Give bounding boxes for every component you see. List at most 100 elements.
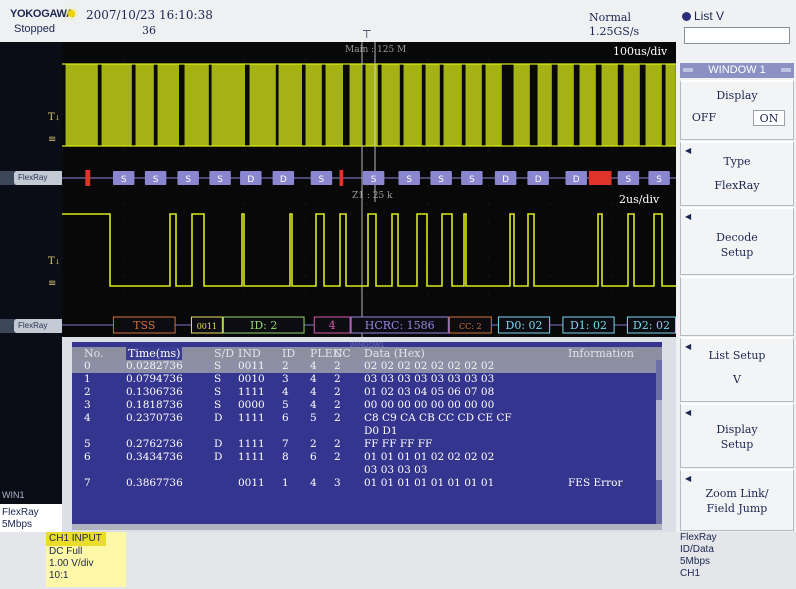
table-row[interactable]: 0 0.0282736 S 0011 2 4 2 02 02 02 02 02 02 02 0…	[72, 360, 662, 373]
column-header[interactable]: No.	[84, 347, 104, 360]
segment-label: D	[535, 175, 542, 185]
grid-dot	[549, 275, 551, 277]
decode-bar-top[interactable]: SSSSDDSSSSSDDDSS	[62, 170, 676, 186]
horizontal-scrollbar[interactable]	[72, 524, 662, 530]
table-cell: 1	[84, 373, 91, 385]
decode-bar-bottom[interactable]: TSS 0011 ID: 2 4 HCRC: 1586 CC: 2 D0: 02 D1: 02…	[62, 316, 676, 334]
column-header[interactable]: Time(ms)	[126, 347, 183, 360]
table-cell: 4	[282, 386, 289, 398]
display-setup-softkey[interactable]: ◀ Display Setup	[680, 403, 794, 468]
grid-dot	[305, 239, 307, 241]
list-knob-icon	[682, 12, 691, 21]
display-off-option[interactable]: OFF	[689, 111, 719, 124]
grid-dot	[549, 149, 551, 151]
field-label: HCRC: 1586	[365, 319, 435, 332]
table-cell: 0.2370736	[126, 412, 183, 424]
grid-dot	[671, 203, 673, 205]
grid-dot	[122, 293, 124, 295]
softkey-arrow-icon: ◀	[685, 146, 692, 155]
display-setup-label: Display	[716, 423, 758, 436]
table-row[interactable]: 4 0.2370736 D 1111 6 5 2 C8 C9 CA CB CC CD CE C…	[72, 412, 662, 438]
grid-dot	[183, 311, 185, 313]
scroll-thumb[interactable]	[656, 400, 662, 480]
grid-dot	[610, 221, 612, 223]
grid-dot	[366, 293, 368, 295]
grid-dot	[62, 95, 63, 97]
table-row[interactable]: 2 0.1306736 S 1111 4 4 2 01 02 03 04 05 06 07 0…	[72, 386, 662, 399]
grid-dot	[122, 203, 124, 205]
table-cell: 8	[282, 451, 289, 463]
type-softkey[interactable]: ◀ Type FlexRay	[680, 141, 794, 206]
table-cell: 03 03 03 03 03 03 03 03	[364, 373, 495, 385]
table-row[interactable]: 6 0.3434736 D 1111 8 6 2 01 01 01 01 02 02 02 0…	[72, 451, 662, 477]
error-marker	[85, 170, 91, 186]
table-cell: 3	[84, 399, 91, 411]
grid-dot	[610, 239, 612, 241]
grid-dot	[62, 167, 63, 169]
column-header[interactable]: ID	[282, 347, 295, 360]
table-cell: 1111	[238, 438, 265, 450]
vertical-scrollbar[interactable]	[656, 360, 662, 524]
table-cell: 1111	[238, 451, 265, 463]
zoom-label: Z1 : 25 k	[352, 191, 393, 201]
table-cell: 01 01 01 01 02 02 02 02	[364, 451, 495, 463]
column-header[interactable]: Information	[568, 347, 634, 360]
flexray-zoom-tag[interactable]: FlexRay	[14, 319, 62, 333]
segment-label: S	[371, 175, 377, 185]
column-header[interactable]: IND	[238, 347, 261, 360]
grid-dot	[122, 239, 124, 241]
table-row[interactable]: 7 0.3867736 0011 1 4 3 01 01 01 01 01 01 01 01…	[72, 477, 662, 490]
grid-dot	[305, 257, 307, 259]
window-label: WIN1	[2, 490, 25, 500]
grid-dot	[244, 42, 246, 43]
burst-block	[404, 64, 422, 146]
field-label: D2: 02	[633, 319, 670, 332]
table-row[interactable]: 3 0.1818736 S 0000 5 4 2 00 00 00 00 00 00 00 0…	[72, 399, 662, 412]
grid-dot	[549, 221, 551, 223]
table-row[interactable]: 1 0.0794736 S 0010 3 4 2 03 03 03 03 03 03 03 0…	[72, 373, 662, 386]
channel-info-box[interactable]: CH1 INPUT DC Full 1.00 V/div 10:1	[46, 532, 126, 587]
display-on-option[interactable]: ON	[753, 110, 785, 126]
channel-coupling: DC Full	[49, 546, 83, 557]
grid-dot	[183, 42, 185, 43]
table-cell: 3	[282, 373, 289, 385]
table-cell: 5	[310, 412, 317, 424]
column-header[interactable]: CC	[334, 347, 351, 360]
table-cell: 0011	[238, 477, 265, 489]
grid-dot	[610, 203, 612, 205]
grid-dot	[62, 77, 63, 79]
table-cell: 0.1306736	[126, 386, 183, 398]
grid-dot	[610, 257, 612, 259]
grid-dot	[183, 149, 185, 151]
grid-dot	[183, 239, 185, 241]
column-header[interactable]: S/D	[214, 347, 234, 360]
trigger-bus: FlexRay	[680, 532, 717, 543]
grid-dot	[610, 149, 612, 151]
segment-label: S	[469, 175, 475, 185]
grid-dot	[671, 167, 673, 169]
acquisition-status: Stopped	[14, 23, 55, 35]
acquisition-count: 36	[142, 24, 156, 37]
blank-softkey[interactable]	[680, 276, 794, 336]
decode-list[interactable]: WINDOW1 No. Time(ms) S/D IND ID PLEN CC Data (H…	[72, 342, 662, 524]
display-softkey[interactable]: Display OFF ON	[680, 80, 794, 140]
grid-dot	[305, 221, 307, 223]
segment-label: S	[319, 175, 325, 185]
table-cell: 2	[334, 451, 341, 463]
list-setup-softkey[interactable]: ◀ List Setup V	[680, 337, 794, 402]
list-v-field[interactable]	[684, 27, 790, 44]
flexray-trace-tag[interactable]: FlexRay	[14, 171, 62, 185]
grid-dot	[244, 149, 246, 151]
zoom-link-softkey[interactable]: ◀ Zoom Link/ Field Jump	[680, 469, 794, 531]
table-row[interactable]: 5 0.2762736 D 1111 7 2 2 FF FF FF FF	[72, 438, 662, 451]
trigger-type: ID/Data	[680, 544, 714, 555]
waveform-display[interactable]: Main : 125 M 100us/div Z1 : 25 k 2us/div	[62, 42, 676, 337]
table-cell: 1111	[238, 386, 265, 398]
segment-label: S	[656, 175, 662, 185]
table-cell: 1111	[238, 412, 265, 424]
segment-label: D	[573, 175, 580, 185]
grid-dot	[122, 257, 124, 259]
zoom-trace	[62, 213, 676, 287]
column-header[interactable]: Data (Hex)	[364, 347, 425, 360]
decode-setup-softkey[interactable]: ◀ Decode Setup	[680, 207, 794, 275]
